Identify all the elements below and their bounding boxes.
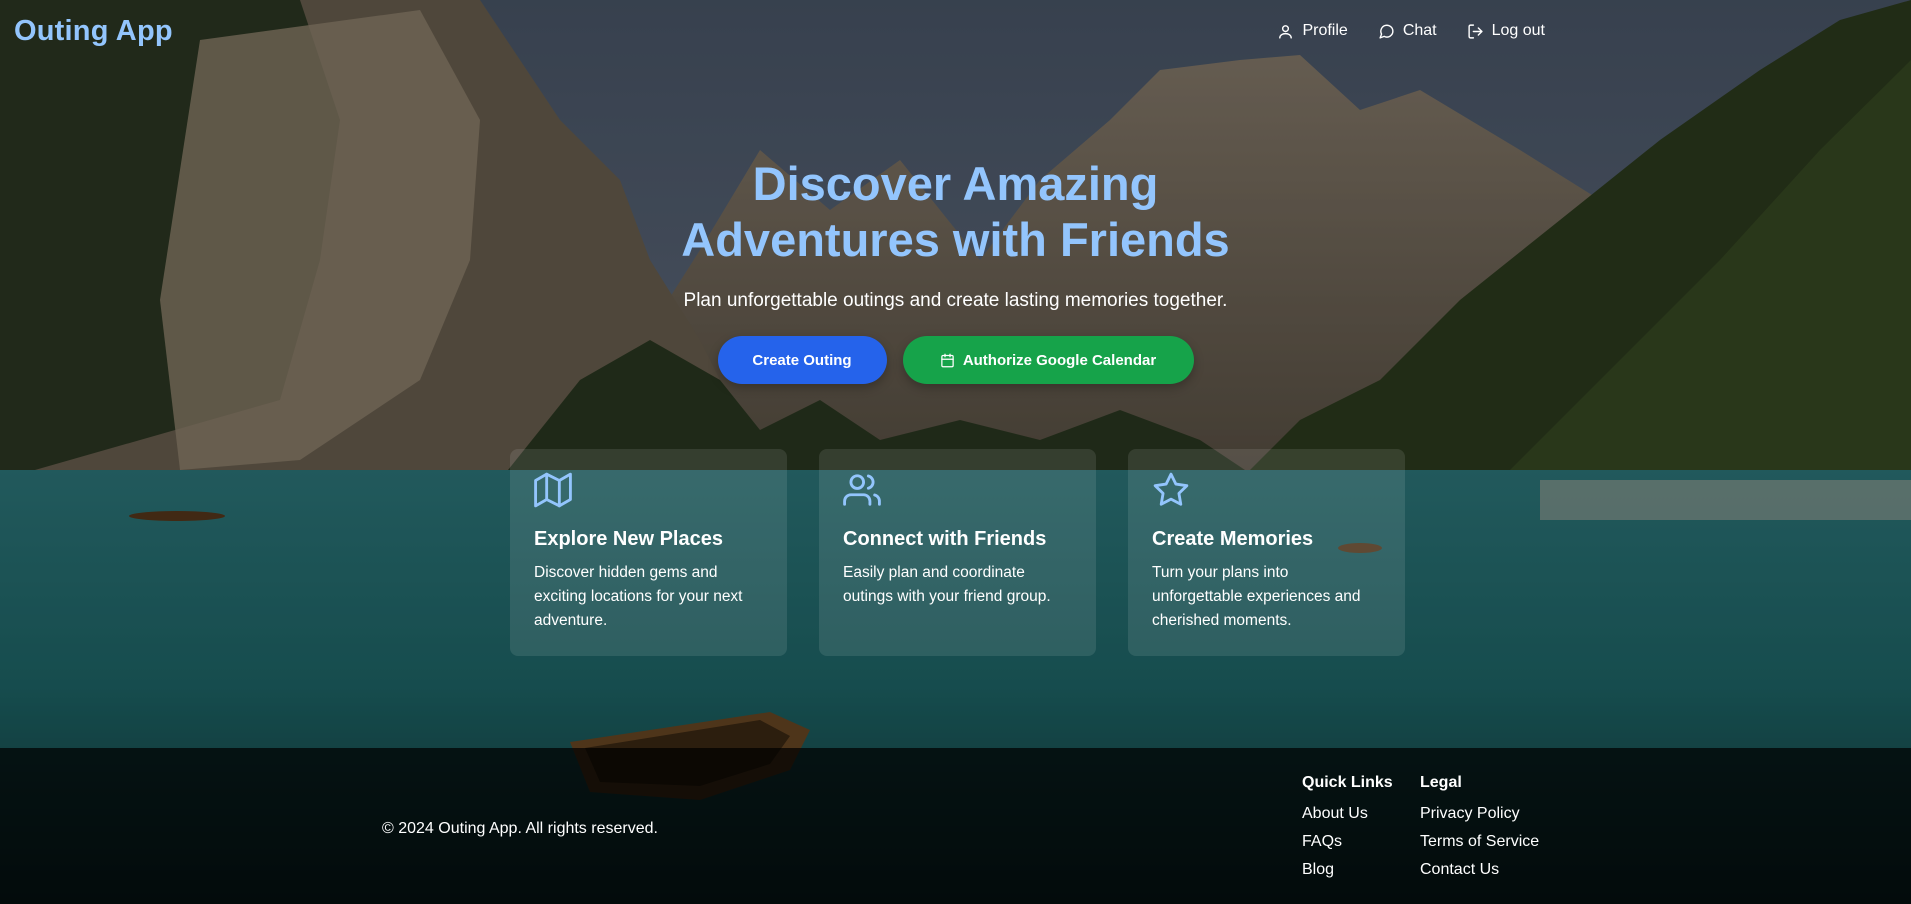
hero-title: Discover Amazing Adventures with Friends	[681, 157, 1230, 266]
users-icon	[843, 474, 881, 506]
feature-description: Discover hidden gems and exciting locati…	[534, 564, 743, 629]
feature-title: Create Memories	[1152, 528, 1314, 550]
authorize-google-calendar-label: Authorize Google Calendar	[962, 351, 1157, 369]
copyright-text: © 2024 Outing App. All rights reserved.	[382, 820, 658, 837]
user-icon	[1279, 24, 1293, 39]
main-nav: Profile Chat Log out	[1277, 22, 1545, 40]
message-circle-icon	[1379, 24, 1394, 39]
feature-card-connect: Connect with Friends Easily plan and coo…	[819, 449, 1096, 656]
map-icon	[534, 472, 572, 508]
top-navbar: Outing App Profile Chat Log out	[0, 0, 1911, 62]
feature-card-memories: Create Memories Turn your plans into unf…	[1128, 449, 1405, 656]
star-icon	[1153, 472, 1189, 506]
nav-chat-link[interactable]: Chat	[1378, 22, 1437, 40]
hero-section: Discover Amazing Adventures with Friends…	[0, 156, 1911, 384]
footer-quick-links: Quick Links About Us FAQs Blog	[1302, 774, 1393, 888]
create-outing-button[interactable]: Create Outing	[717, 336, 887, 384]
log-out-icon	[1468, 23, 1483, 39]
nav-profile-link[interactable]: Profile	[1277, 22, 1348, 40]
nav-profile-label: Profile	[1302, 22, 1348, 39]
calendar-icon	[941, 353, 954, 367]
footer-link-blog[interactable]: Blog	[1302, 860, 1393, 880]
app-logo[interactable]: Outing App	[14, 15, 173, 48]
nav-logout-label: Log out	[1491, 22, 1545, 39]
authorize-google-calendar-button[interactable]: Authorize Google Calendar	[902, 336, 1194, 384]
nav-logout-link[interactable]: Log out	[1467, 22, 1545, 40]
feature-title: Explore New Places	[534, 528, 723, 550]
create-outing-label: Create Outing	[752, 351, 852, 369]
footer-link-faqs[interactable]: FAQs	[1302, 832, 1393, 852]
page-footer: © 2024 Outing App. All rights reserved. …	[0, 748, 1911, 904]
nav-chat-label: Chat	[1402, 22, 1437, 39]
feature-description: Turn your plans into unforgettable exper…	[1152, 564, 1361, 629]
features-section: Explore New Places Discover hidden gems …	[510, 449, 1405, 656]
hero-subtitle: Plan unforgettable outings and create la…	[683, 290, 1228, 311]
footer-legal-links: Legal Privacy Policy Terms of Service Co…	[1420, 774, 1539, 888]
footer-link-about-us[interactable]: About Us	[1302, 804, 1393, 824]
feature-description: Easily plan and coordinate outings with …	[843, 564, 1051, 605]
footer-legal-heading: Legal	[1420, 774, 1462, 791]
footer-link-privacy-policy[interactable]: Privacy Policy	[1420, 804, 1539, 824]
footer-quick-links-heading: Quick Links	[1302, 774, 1393, 791]
footer-link-terms-of-service[interactable]: Terms of Service	[1420, 832, 1539, 852]
feature-card-explore: Explore New Places Discover hidden gems …	[510, 449, 787, 656]
hero-actions: Create Outing Authorize Google Calendar	[0, 336, 1911, 384]
feature-title: Connect with Friends	[843, 528, 1047, 550]
footer-link-contact-us[interactable]: Contact Us	[1420, 860, 1539, 880]
